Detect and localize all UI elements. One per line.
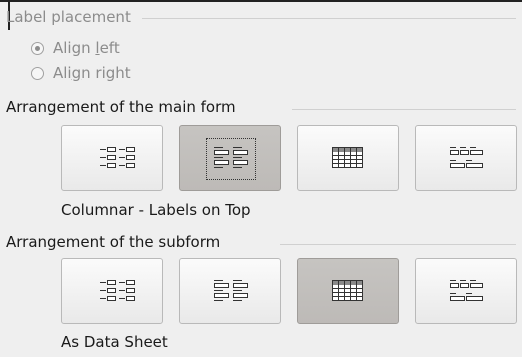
sub-data-sheet-button[interactable] <box>297 258 399 324</box>
subform-selected-caption: As Data Sheet <box>61 333 168 351</box>
sub-columnar-labels-left-button[interactable] <box>61 258 163 324</box>
main-form-title: Arrangement of the main form <box>6 98 236 116</box>
main-form-rule <box>292 109 516 110</box>
main-blocks-labels-above-button[interactable] <box>415 125 517 191</box>
data-sheet-icon <box>332 147 363 168</box>
label-placement-title: Label placement <box>6 8 131 26</box>
main-columnar-labels-on-top-button[interactable] <box>179 125 281 191</box>
radio-checked-icon <box>31 41 44 55</box>
main-data-sheet-button[interactable] <box>297 125 399 191</box>
columnar-labels-on-top-icon <box>214 280 248 301</box>
main-columnar-labels-left-button[interactable] <box>61 125 163 191</box>
sub-blocks-labels-above-button[interactable] <box>415 258 517 324</box>
label-placement-rule <box>142 18 516 19</box>
columnar-labels-on-top-icon <box>214 147 248 168</box>
blocks-labels-above-icon <box>450 280 483 301</box>
align-left-radio[interactable]: Align left <box>31 39 120 57</box>
subform-title: Arrangement of the subform <box>6 233 221 251</box>
window-top-border <box>0 0 522 2</box>
blocks-labels-above-icon <box>450 147 483 168</box>
align-right-label: Align right <box>53 64 131 82</box>
radio-unchecked-icon <box>31 66 44 80</box>
align-right-radio[interactable]: Align right <box>31 64 131 82</box>
columnar-labels-left-icon <box>100 280 135 301</box>
data-sheet-icon <box>332 280 363 301</box>
columnar-labels-left-icon <box>100 147 135 168</box>
main-form-selected-caption: Columnar - Labels on Top <box>61 201 251 219</box>
sub-columnar-labels-on-top-button[interactable] <box>179 258 281 324</box>
subform-rule <box>280 244 516 245</box>
align-left-label: Align left <box>53 39 120 57</box>
